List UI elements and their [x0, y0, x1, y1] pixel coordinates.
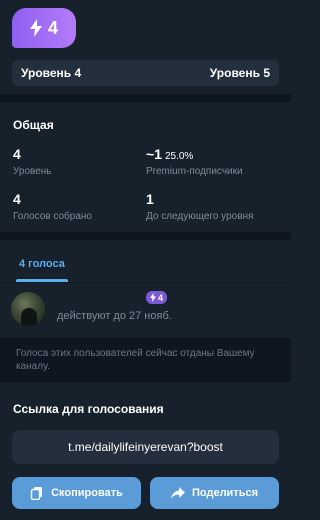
stat-value: ~1: [146, 146, 162, 162]
stat-level: 4 Уровень: [13, 146, 52, 177]
stat-premium-subscribers: ~1 25.0% Premium-подписчики: [146, 146, 243, 177]
copy-icon: [30, 487, 43, 500]
stat-label: До следующего уровня: [146, 211, 254, 222]
stat-value: 4: [13, 191, 21, 207]
copy-button-label: Скопировать: [51, 487, 123, 499]
tab-votes[interactable]: 4 голоса: [19, 258, 65, 270]
voter-boost-badge: 4: [146, 291, 168, 304]
share-button[interactable]: Поделиться: [150, 477, 279, 509]
avatar[interactable]: [11, 292, 45, 326]
boost-link-field[interactable]: t.me/dailylifeinyerevan?boost: [12, 430, 279, 464]
voter-expiry: действуют до 27 нояб.: [57, 310, 172, 322]
copy-button[interactable]: Скопировать: [12, 477, 141, 509]
stat-label: Уровень: [13, 166, 52, 177]
boost-count: 4: [47, 17, 58, 38]
stat-percent: 25.0%: [164, 151, 194, 162]
boost-count-badge: 4: [12, 8, 76, 48]
stat-label: Premium-подписчики: [146, 166, 243, 177]
stat-value: 4: [13, 146, 21, 162]
tab-separator: [0, 282, 291, 283]
stat-value: 1: [146, 191, 154, 207]
lightning-icon: [150, 293, 156, 302]
current-level-label: Уровень 4: [21, 66, 82, 80]
section-divider: [0, 232, 291, 240]
share-arrow-icon: [170, 487, 185, 499]
share-button-label: Поделиться: [191, 487, 259, 499]
boost-link-title: Ссылка для голосования: [13, 402, 164, 416]
stat-votes-collected: 4 Голосов собрано: [13, 191, 92, 222]
lightning-icon: [29, 19, 42, 37]
votes-note: Голоса этих пользователей сейчас отданы …: [16, 348, 255, 372]
stat-votes-to-next-level: 1 До следующего уровня: [146, 191, 253, 222]
next-level-label: Уровень 5: [209, 66, 270, 80]
header-area: 4 Уровень 4 Уровень 5: [0, 0, 291, 94]
overview-title: Общая: [13, 118, 54, 132]
level-progress-bar: Уровень 4 Уровень 5: [12, 60, 279, 86]
section-divider: [0, 94, 291, 102]
voter-boost-count: 4: [158, 292, 164, 303]
stat-label: Голосов собрано: [13, 211, 92, 222]
